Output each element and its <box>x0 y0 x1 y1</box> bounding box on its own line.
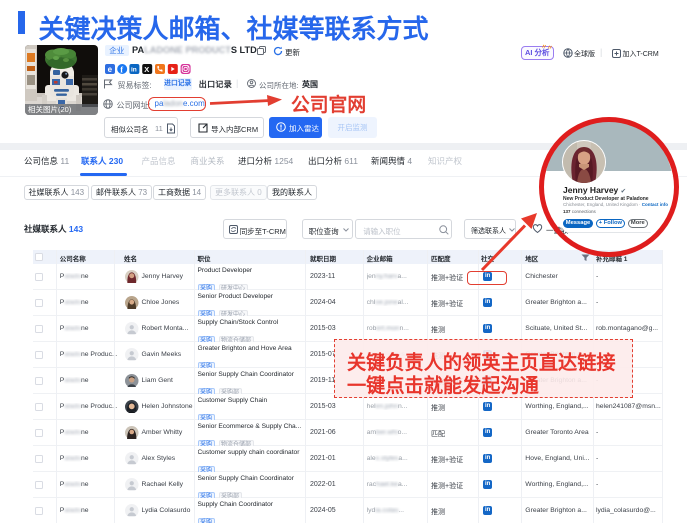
svg-text:in: in <box>131 67 137 74</box>
svg-text:X: X <box>144 65 149 74</box>
svg-text:e: e <box>108 65 113 74</box>
svg-text:f: f <box>120 64 123 74</box>
svg-text:相关图片(20): 相关图片(20) <box>28 104 72 114</box>
